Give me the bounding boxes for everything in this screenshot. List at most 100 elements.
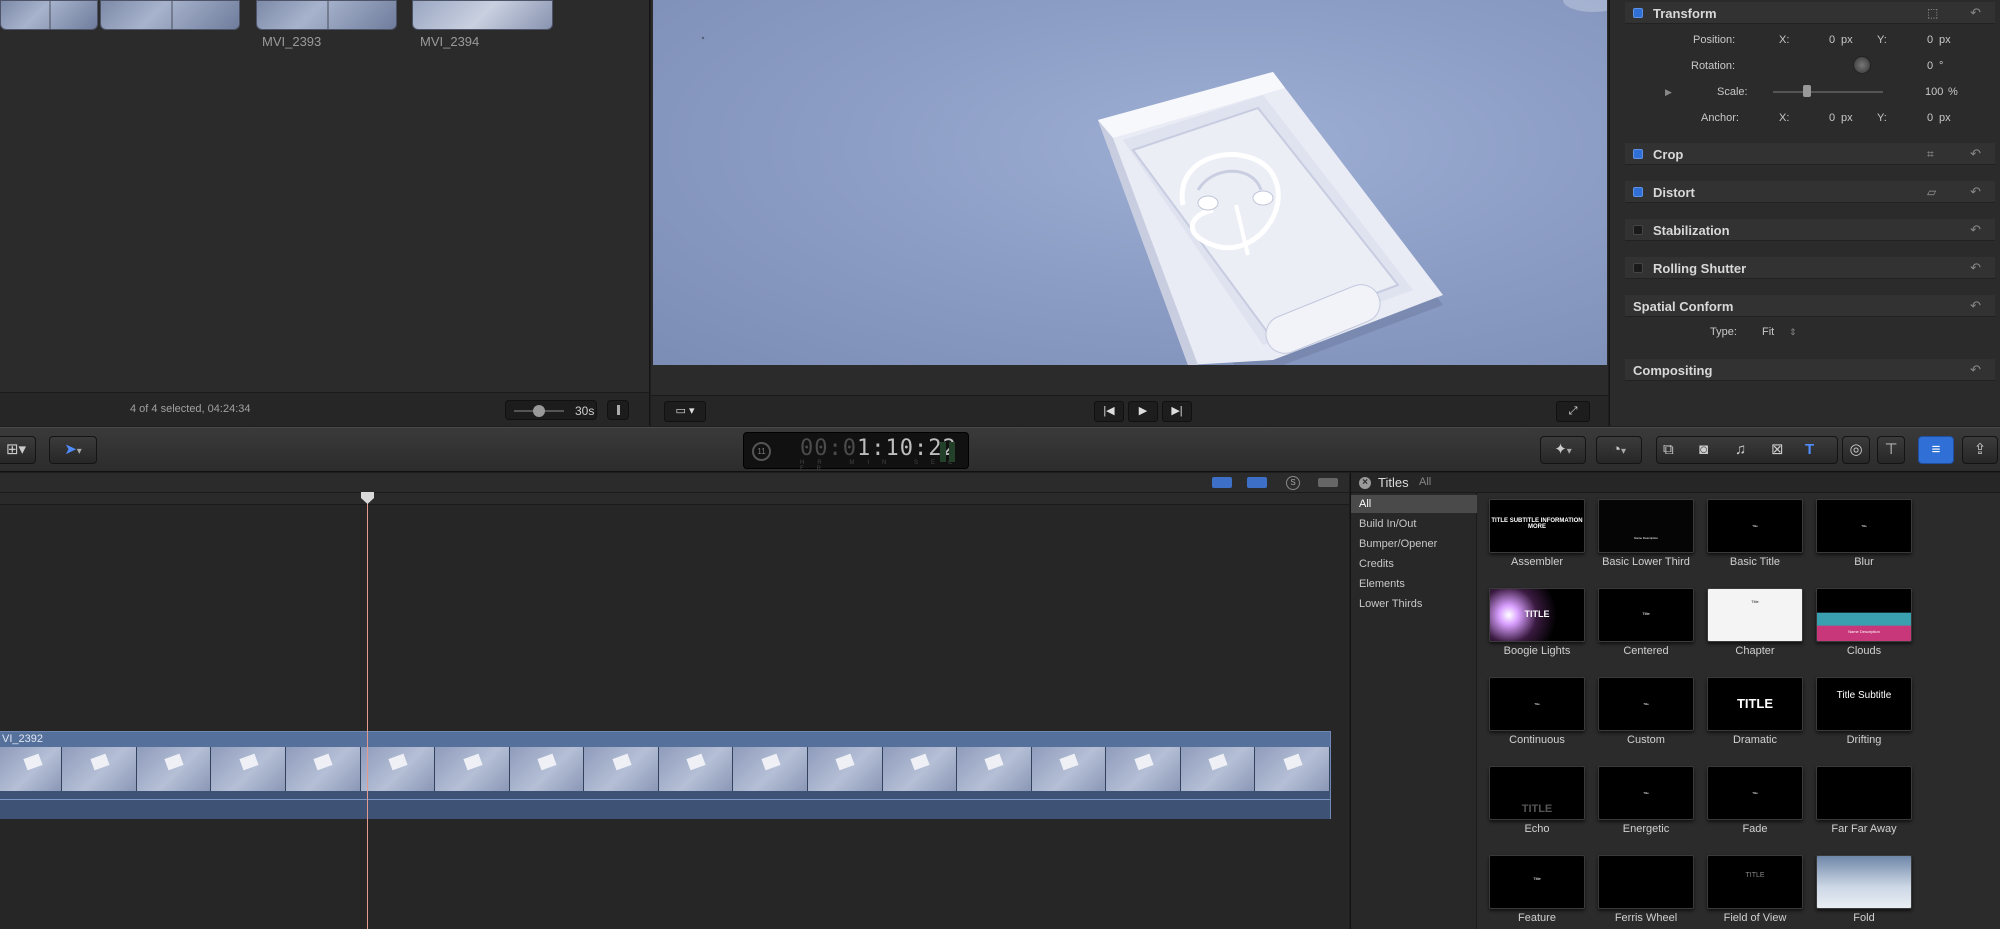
fullscreen-button[interactable]: ⤢ xyxy=(1556,401,1590,422)
generators-button[interactable]: ◎ xyxy=(1842,436,1870,464)
title-thumbnail[interactable] xyxy=(1816,766,1912,820)
reset-icon[interactable]: ↶ xyxy=(1970,146,1981,162)
category-item[interactable]: Elements xyxy=(1351,575,1477,593)
title-tile[interactable]: Name Description Clouds xyxy=(1805,582,1913,662)
reset-icon[interactable]: ↶ xyxy=(1970,260,1981,276)
title-tile[interactable]: Title Feature xyxy=(1478,849,1586,929)
title-tile[interactable]: Title Fade xyxy=(1696,760,1804,840)
title-tile[interactable]: Title Blur xyxy=(1805,493,1913,573)
title-tile[interactable]: TITLE Echo xyxy=(1478,760,1586,840)
clip-skimming-icon[interactable] xyxy=(1212,477,1232,488)
inspector-toggle-button[interactable]: ≡ xyxy=(1918,436,1954,464)
dashboard-timecode[interactable]: 11 00:01:10:22 HR MIN SEC FR xyxy=(743,432,969,472)
position-y-value[interactable]: 0 xyxy=(1927,34,1933,46)
title-thumbnail[interactable]: TITLE xyxy=(1489,588,1585,642)
scale-value[interactable]: 100 xyxy=(1925,86,1943,98)
title-tile[interactable]: Title Subtitle Drifting xyxy=(1805,671,1913,751)
distort-enable-checkbox[interactable] xyxy=(1633,187,1643,197)
rolling-shutter-section-header[interactable]: Rolling Shutter ↶ xyxy=(1625,257,1995,279)
title-thumbnail[interactable]: Title xyxy=(1816,499,1912,553)
retime-button[interactable]: ◔▾ xyxy=(1596,436,1642,464)
close-icon[interactable]: × xyxy=(1359,477,1371,489)
title-thumbnail[interactable]: Title xyxy=(1489,855,1585,909)
title-thumbnail[interactable]: TITLE xyxy=(1707,677,1803,731)
position-x-value[interactable]: 0 xyxy=(1829,34,1835,46)
category-item[interactable]: Credits xyxy=(1351,555,1477,573)
audio-meter-icon[interactable] xyxy=(940,442,946,462)
title-thumbnail[interactable]: Title xyxy=(1707,588,1803,642)
transform-enable-checkbox[interactable] xyxy=(1633,8,1643,18)
previous-edit-button[interactable]: |◀ xyxy=(1094,401,1124,422)
scale-slider[interactable] xyxy=(1773,91,1883,93)
solo-icon[interactable]: S xyxy=(1286,476,1300,490)
compositing-section-header[interactable]: Compositing ↶ xyxy=(1625,359,1995,381)
title-tile[interactable]: Title Basic Title xyxy=(1696,493,1804,573)
title-thumbnail[interactable]: TITLE SUBTITLE INFORMATION MORE xyxy=(1489,499,1585,553)
reset-icon[interactable]: ↶ xyxy=(1970,184,1981,200)
clip-thumbnail[interactable] xyxy=(100,0,240,30)
titles-icon[interactable]: T xyxy=(1805,437,1814,463)
media-browser-button[interactable]: ⧉ ◙ ♫ ⊠ T xyxy=(1656,436,1838,464)
distort-icon[interactable]: ▱ xyxy=(1927,185,1943,199)
stabilization-enable-checkbox[interactable] xyxy=(1633,225,1643,235)
title-tile[interactable]: TITLE Dramatic xyxy=(1696,671,1804,751)
reset-icon[interactable]: ↶ xyxy=(1970,298,1981,314)
clip-thumbnail-mvi-2393[interactable] xyxy=(256,0,397,30)
title-thumbnail[interactable]: Title xyxy=(1707,499,1803,553)
title-thumbnail[interactable]: Title Subtitle xyxy=(1816,677,1912,731)
title-tile[interactable]: Ferris Wheel xyxy=(1587,849,1695,929)
enhancements-button[interactable]: ✦▾ xyxy=(1540,436,1586,464)
category-item[interactable]: Lower Thirds xyxy=(1351,595,1477,613)
clip-thumbnail-mvi-2394[interactable] xyxy=(412,0,553,30)
title-thumbnail[interactable]: Name Description xyxy=(1816,588,1912,642)
spatial-conform-section-header[interactable]: Spatial Conform ↶ xyxy=(1625,295,1995,317)
crop-icon[interactable]: ⌗ xyxy=(1927,147,1943,161)
title-tile[interactable]: Far Far Away xyxy=(1805,760,1913,840)
category-item[interactable]: Bumper/Opener xyxy=(1351,535,1477,553)
title-thumbnail[interactable]: Name Description xyxy=(1598,499,1694,553)
distort-section-header[interactable]: Distort ▱ ↶ xyxy=(1625,181,1995,203)
transform-onscreen-icon[interactable]: ⬚ xyxy=(1927,6,1943,20)
rotation-dial[interactable] xyxy=(1853,56,1871,74)
next-edit-button[interactable]: ▶| xyxy=(1162,401,1192,422)
title-tile[interactable]: Title Chapter xyxy=(1696,582,1804,662)
reset-icon[interactable]: ↶ xyxy=(1970,5,1981,21)
crop-enable-checkbox[interactable] xyxy=(1633,149,1643,159)
transitions-icon[interactable]: ⊠ xyxy=(1771,437,1784,463)
playhead[interactable] xyxy=(367,493,368,929)
title-thumbnail[interactable]: Title xyxy=(1598,588,1694,642)
share-button[interactable]: ⇪ xyxy=(1962,436,1998,464)
scale-slider-knob[interactable] xyxy=(1803,85,1811,97)
reset-icon[interactable]: ↶ xyxy=(1970,222,1981,238)
title-thumbnail[interactable]: Title xyxy=(1598,766,1694,820)
clip-appearance-button[interactable] xyxy=(607,400,629,420)
title-tile[interactable]: Title Centered xyxy=(1587,582,1695,662)
music-icon[interactable]: ♫ xyxy=(1735,437,1746,463)
view-options-button[interactable]: ▭ ▾ xyxy=(664,401,706,422)
title-thumbnail[interactable] xyxy=(1598,855,1694,909)
clip-zoom-slider[interactable]: 30s xyxy=(505,400,597,420)
anchor-y-value[interactable]: 0 xyxy=(1927,112,1933,124)
clip-icon[interactable]: ⧉ xyxy=(1663,437,1674,463)
crop-section-header[interactable]: Crop ⌗ ↶ xyxy=(1625,143,1995,165)
title-thumbnail[interactable]: TITLE xyxy=(1707,855,1803,909)
photos-icon[interactable]: ◙ xyxy=(1699,437,1708,463)
timeline[interactable]: S VI_2392 xyxy=(0,473,1349,929)
category-item[interactable]: All xyxy=(1351,495,1477,513)
clip-thumbnail[interactable] xyxy=(0,0,98,30)
popup-arrows-icon[interactable]: ⇕ xyxy=(1789,327,1797,338)
snapping-icon[interactable] xyxy=(1318,478,1338,487)
title-tile[interactable]: Title Continuous xyxy=(1478,671,1586,751)
select-tool-button[interactable]: ➤▾ xyxy=(49,436,97,464)
timeline-ruler[interactable] xyxy=(0,493,1349,505)
title-tile[interactable]: Title Custom xyxy=(1587,671,1695,751)
conform-type-value[interactable]: Fit xyxy=(1762,326,1774,338)
stabilization-section-header[interactable]: Stabilization ↶ xyxy=(1625,219,1995,241)
reset-icon[interactable]: ↶ xyxy=(1970,362,1981,378)
play-button[interactable]: ▶ xyxy=(1128,401,1158,422)
anchor-x-value[interactable]: 0 xyxy=(1829,112,1835,124)
title-tile[interactable]: Fold xyxy=(1805,849,1913,929)
title-tile[interactable]: Title Energetic xyxy=(1587,760,1695,840)
title-tile[interactable]: TITLE Boogie Lights xyxy=(1478,582,1586,662)
title-tile[interactable]: Name Description Basic Lower Third xyxy=(1587,493,1695,573)
